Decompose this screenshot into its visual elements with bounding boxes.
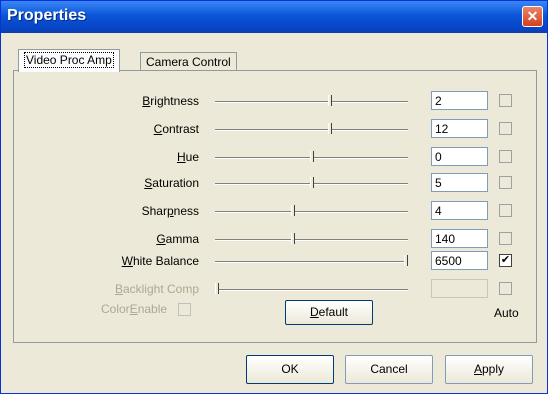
row-label: Hue — [176, 150, 199, 164]
auto-checkbox[interactable]: ✔ — [499, 254, 512, 267]
apply-button[interactable]: Apply — [445, 355, 533, 384]
value-field[interactable]: 12 — [431, 119, 488, 138]
auto-checkbox[interactable] — [499, 122, 512, 135]
properties-dialog: Properties ✕ Video Proc Amp Camera Contr… — [0, 0, 548, 394]
color-enable-label: ColorEnable — [101, 302, 168, 316]
value-field[interactable]: 2 — [431, 91, 488, 110]
slider-track[interactable] — [215, 239, 408, 241]
color-enable-checkbox[interactable] — [178, 303, 191, 316]
slider-thumb[interactable] — [328, 123, 332, 134]
row-label: Contrast — [153, 122, 199, 136]
slider-track[interactable] — [215, 129, 408, 131]
value-field[interactable]: 5 — [431, 173, 488, 192]
auto-column-header: Auto — [494, 306, 519, 320]
auto-checkbox[interactable] — [499, 176, 512, 189]
tab-camera-control[interactable]: Camera Control — [140, 52, 237, 72]
row-label: Sharpness — [141, 204, 199, 218]
tab-label: Camera Control — [146, 55, 231, 69]
close-icon: ✕ — [526, 8, 539, 24]
auto-checkbox[interactable] — [499, 232, 512, 245]
close-button[interactable]: ✕ — [522, 6, 543, 27]
value-field[interactable]: 140 — [431, 229, 488, 248]
slider-thumb[interactable] — [328, 95, 332, 106]
dialog-title: Properties — [7, 7, 87, 24]
auto-checkbox — [499, 282, 512, 295]
auto-checkbox[interactable] — [499, 94, 512, 107]
row-label: Saturation — [144, 176, 199, 190]
slider-track[interactable] — [215, 211, 408, 213]
tab-label: Video Proc Amp — [24, 52, 114, 68]
slider-track[interactable] — [215, 101, 408, 103]
value-field — [431, 279, 488, 298]
tab-video-proc-amp[interactable]: Video Proc Amp — [18, 49, 120, 72]
slider-thumb[interactable] — [291, 205, 295, 216]
row-label: Brightness — [142, 94, 199, 108]
row-label: Backlight Comp — [114, 282, 199, 296]
checkmark-icon: ✔ — [500, 254, 511, 266]
slider-thumb[interactable] — [404, 255, 408, 266]
value-field[interactable]: 6500 — [431, 251, 488, 270]
row-label: Gamma — [156, 232, 199, 246]
row-label: White Balance — [121, 254, 199, 268]
value-field[interactable]: 4 — [431, 201, 488, 220]
auto-checkbox[interactable] — [499, 204, 512, 217]
default-button[interactable]: Default — [285, 300, 373, 325]
title-bar[interactable]: Properties ✕ — [1, 1, 547, 33]
slider-track[interactable] — [215, 289, 408, 291]
slider-thumb[interactable] — [291, 233, 295, 244]
auto-checkbox[interactable] — [499, 150, 512, 163]
slider-thumb[interactable] — [310, 151, 314, 162]
slider-thumb[interactable] — [215, 283, 219, 294]
slider-track[interactable] — [215, 261, 408, 263]
slider-thumb[interactable] — [310, 177, 314, 188]
ok-button[interactable]: OK — [246, 355, 334, 384]
cancel-button[interactable]: Cancel — [345, 355, 433, 384]
value-field[interactable]: 0 — [431, 147, 488, 166]
